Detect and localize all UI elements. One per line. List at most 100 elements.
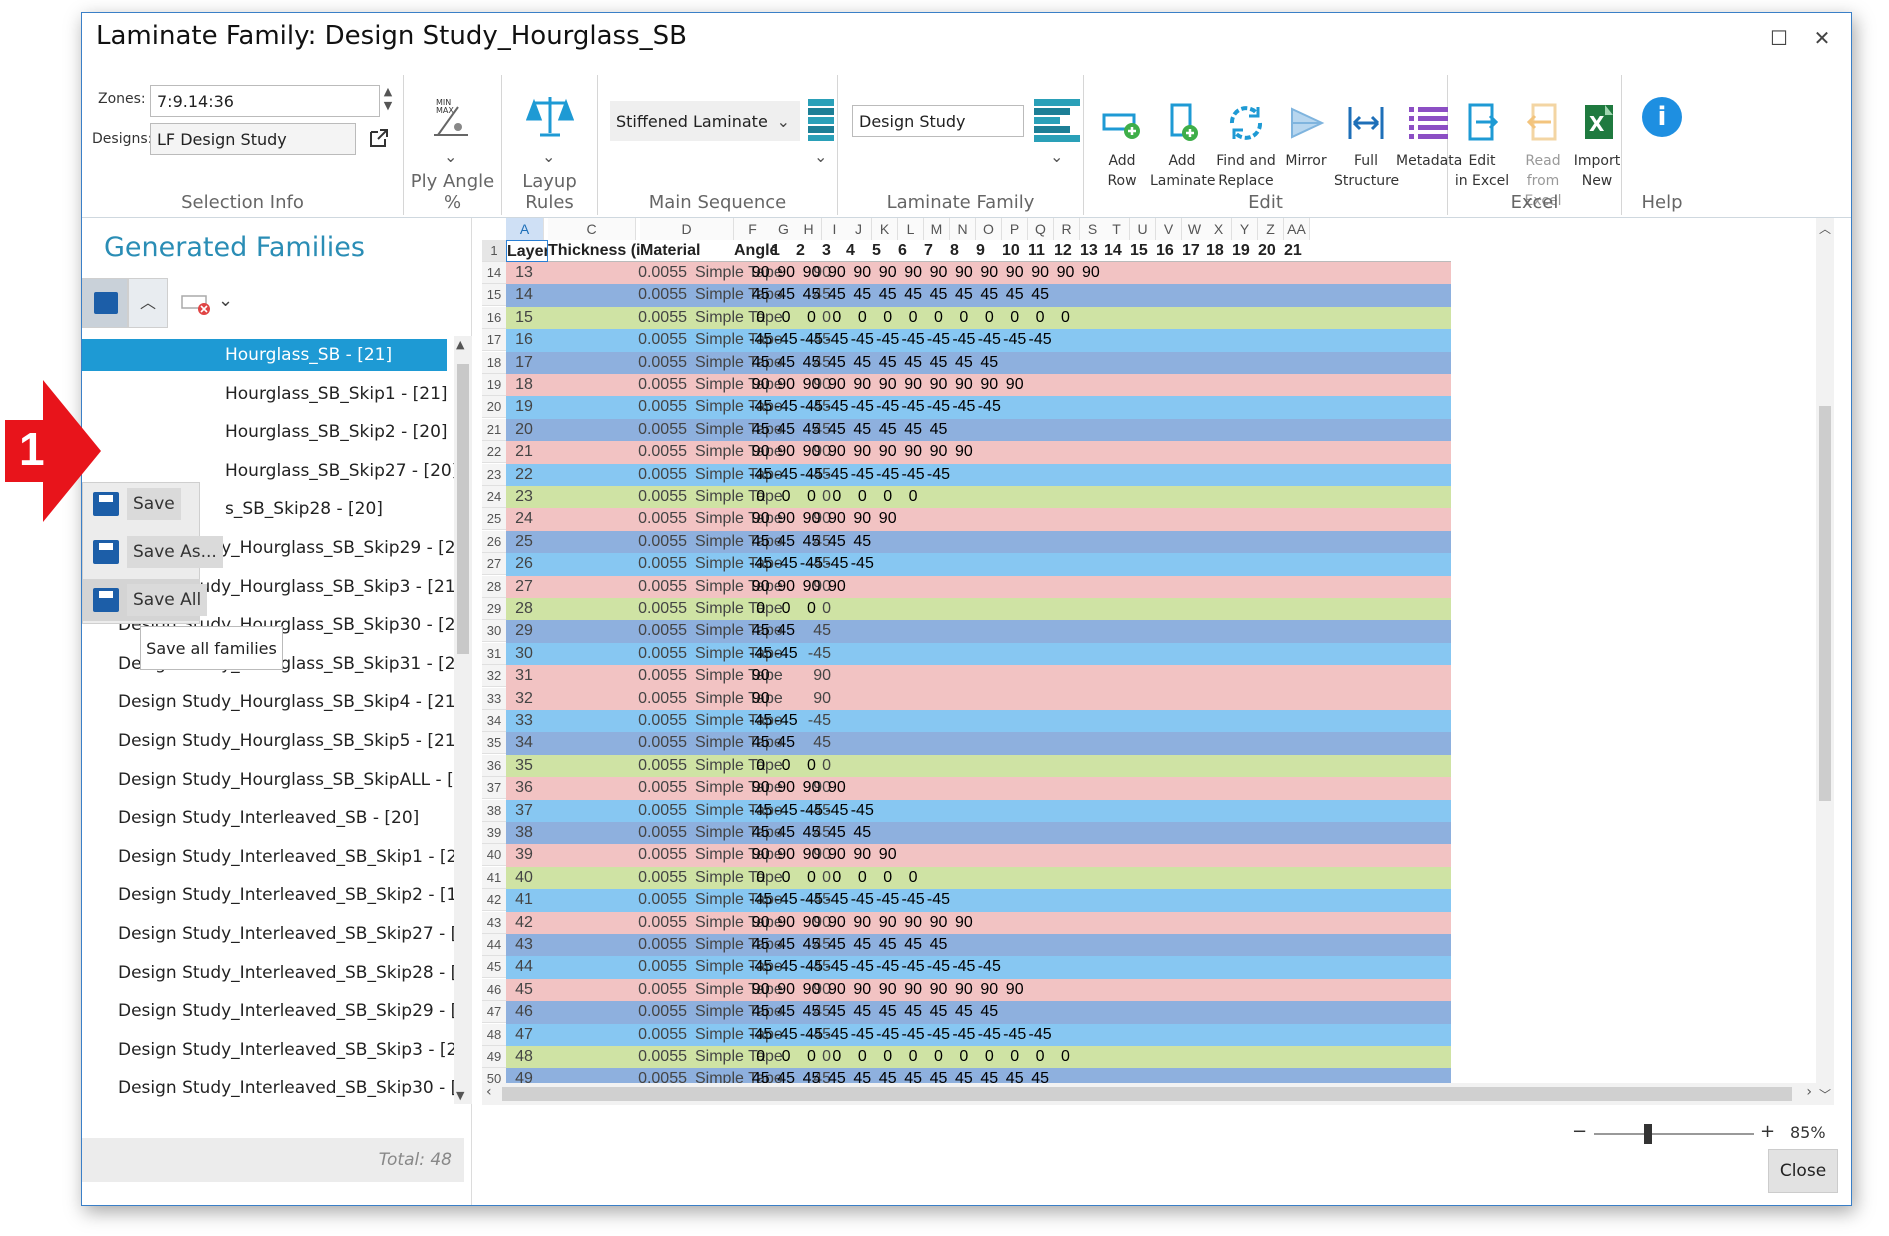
ply-cell[interactable]: 0	[824, 1046, 849, 1068]
ply-cell[interactable]: 0	[850, 867, 875, 889]
column-letter[interactable]: K	[872, 218, 898, 240]
ply-cell[interactable]: 90	[1002, 979, 1027, 1001]
ply-cell[interactable]: -45	[900, 329, 925, 351]
ply-cell[interactable]: 0	[1027, 1046, 1052, 1068]
zoom-out-button[interactable]: −	[1572, 1121, 1587, 1142]
ply-cell[interactable]: -45	[926, 1024, 951, 1046]
layer-cell[interactable]: 28	[506, 598, 542, 620]
column-letter[interactable]: L	[898, 218, 924, 240]
ply-cell[interactable]: -45	[748, 710, 773, 732]
thickness-cell[interactable]: 0.0055	[542, 956, 687, 978]
ply-cell[interactable]: 0	[773, 867, 798, 889]
ply-cell[interactable]: 0	[799, 307, 824, 329]
row-number[interactable]: 16	[482, 306, 506, 329]
thickness-cell[interactable]: 0.0055	[542, 508, 687, 530]
row-number[interactable]: 21	[482, 418, 506, 441]
thickness-cell[interactable]: 0.0055	[542, 307, 687, 329]
ply-cell[interactable]: 90	[748, 979, 773, 1001]
ply-cell[interactable]: 45	[773, 620, 798, 642]
ply-cell[interactable]: 45	[900, 284, 925, 306]
ply-cell[interactable]: -45	[824, 396, 849, 418]
table-row[interactable]: 35 0.0055 Simple Tape 0 0 0 0	[506, 754, 1451, 778]
layup-spreadsheet[interactable]: A C D F G H I J K L M N O P Q R S T U V W X Y Z AA 1 Layer Thickn…	[482, 218, 1834, 1105]
ply-cell[interactable]: 45	[977, 1001, 1002, 1023]
ply-cell[interactable]: 90	[748, 777, 773, 799]
ply-cell[interactable]: -45	[875, 889, 900, 911]
table-row[interactable]: 32 0.0055 Simple Tape 90 90	[506, 687, 1451, 710]
scroll-thumb[interactable]	[502, 1087, 1792, 1101]
layer-cell[interactable]: 22	[506, 464, 542, 486]
ply-angle-icon[interactable]: MIN MAX	[428, 95, 474, 143]
ply-cell[interactable]: 0	[773, 755, 798, 777]
ply-cell[interactable]: 45	[799, 419, 824, 441]
add-row-button[interactable]: Add Row	[1092, 75, 1152, 191]
row-number[interactable]: 18	[482, 351, 506, 374]
ply-cell[interactable]: 90	[824, 912, 849, 934]
ply-cell[interactable]: 45	[824, 419, 849, 441]
layer-cell[interactable]: 32	[506, 688, 542, 710]
ply-cell[interactable]: 45	[799, 934, 824, 956]
ply-cell[interactable]: 90	[875, 979, 900, 1001]
family-list-item[interactable]: Design Study_Interleaved_SB_Skip27 - [19…	[82, 918, 462, 950]
ply-cell[interactable]: 90	[875, 508, 900, 530]
ply-cell[interactable]: 90	[926, 374, 951, 396]
table-row[interactable]: 37 0.0055 Simple Tape -45 -45 -45 -45 -45 -45	[506, 799, 1451, 822]
full-structure-button[interactable]: Full Structure	[1334, 75, 1399, 191]
ply-cell[interactable]: 90	[926, 441, 951, 463]
ply-cell[interactable]: 0	[1002, 1046, 1027, 1068]
column-letter[interactable]: Q	[1028, 218, 1054, 240]
ply-cell[interactable]: 90	[850, 844, 875, 866]
ply-cell[interactable]: 0	[748, 486, 773, 508]
ply-cell[interactable]: 45	[824, 284, 849, 306]
ply-cell[interactable]: -45	[748, 329, 773, 351]
ply-cell[interactable]: 45	[824, 822, 849, 844]
table-row[interactable]: 43 0.0055 Simple Tape 45 45 45 45 45 45 45 45 45	[506, 934, 1451, 957]
ply-cell[interactable]: 45	[799, 531, 824, 553]
family-list-item[interactable]: Hourglass_SB - [21]	[82, 339, 447, 371]
table-row[interactable]: 18 0.0055 Simple Tape 90 90 90 90 90 90 90 90 90 90 9…	[506, 374, 1451, 397]
ply-cell[interactable]: 0	[748, 755, 773, 777]
table-row[interactable]: 29 0.0055 Simple Tape 45 45 45	[506, 620, 1451, 643]
row-number[interactable]: 38	[482, 799, 506, 822]
family-list-item[interactable]: Hourglass_SB_Skip2 - [20]	[82, 416, 448, 448]
row-number[interactable]: 14	[482, 262, 506, 284]
chevron-down-icon[interactable]: ⌄	[814, 147, 827, 166]
ply-cell[interactable]: 45	[748, 1001, 773, 1023]
ply-cell[interactable]: 45	[748, 620, 773, 642]
ply-cell[interactable]: 45	[850, 822, 875, 844]
chevron-down-icon[interactable]: ⌄	[218, 290, 238, 311]
table-row[interactable]: 46 0.0055 Simple Tape 45 45 45 45 45 45 45 45 45 45 4…	[506, 1001, 1451, 1024]
table-row[interactable]: 34 0.0055 Simple Tape 45 45 45	[506, 732, 1451, 755]
ply-cell[interactable]: 45	[773, 732, 798, 754]
header-cell[interactable]: 21	[1284, 240, 1314, 262]
table-row[interactable]: 28 0.0055 Simple Tape 0 0 0 0	[506, 598, 1451, 621]
ply-cell[interactable]: 45	[875, 284, 900, 306]
ply-cell[interactable]: 0	[799, 867, 824, 889]
ply-cell[interactable]: 90	[824, 441, 849, 463]
header-cell[interactable]: Material	[640, 240, 738, 262]
ply-cell[interactable]: 0	[977, 1046, 1002, 1068]
ply-cell[interactable]: 90	[773, 441, 798, 463]
ply-cell[interactable]: 45	[748, 352, 773, 374]
ply-cell[interactable]: 90	[850, 374, 875, 396]
layer-cell[interactable]: 16	[506, 329, 542, 351]
thickness-cell[interactable]: 0.0055	[542, 531, 687, 553]
family-list-item[interactable]: Design Study_Hourglass_SB_Skip4 - [21]	[82, 686, 462, 718]
ply-cell[interactable]: 45	[850, 419, 875, 441]
column-letter[interactable]: Y	[1232, 218, 1258, 240]
ply-cell[interactable]: 0	[1002, 307, 1027, 329]
ply-cell[interactable]: 0	[799, 598, 824, 620]
ply-cell[interactable]: 90	[748, 508, 773, 530]
ply-cell[interactable]: -45	[799, 1024, 824, 1046]
ply-cell[interactable]: -45	[773, 889, 798, 911]
row-number[interactable]: 15	[482, 284, 506, 307]
ply-cell[interactable]: -45	[926, 464, 951, 486]
table-row[interactable]: 48 0.0055 Simple Tape 0 0 0 0 0 0 0 0 0 0 0 0 0 0	[506, 1046, 1451, 1069]
ply-cell[interactable]: -45	[900, 956, 925, 978]
ply-cell[interactable]: -45	[850, 889, 875, 911]
read-from-excel-button[interactable]: Read from Excel	[1510, 75, 1576, 211]
ply-cell[interactable]: 45	[799, 352, 824, 374]
ply-cell[interactable]: 0	[951, 1046, 976, 1068]
ply-cell[interactable]: 90	[926, 912, 951, 934]
column-letter[interactable]: C	[548, 218, 636, 240]
